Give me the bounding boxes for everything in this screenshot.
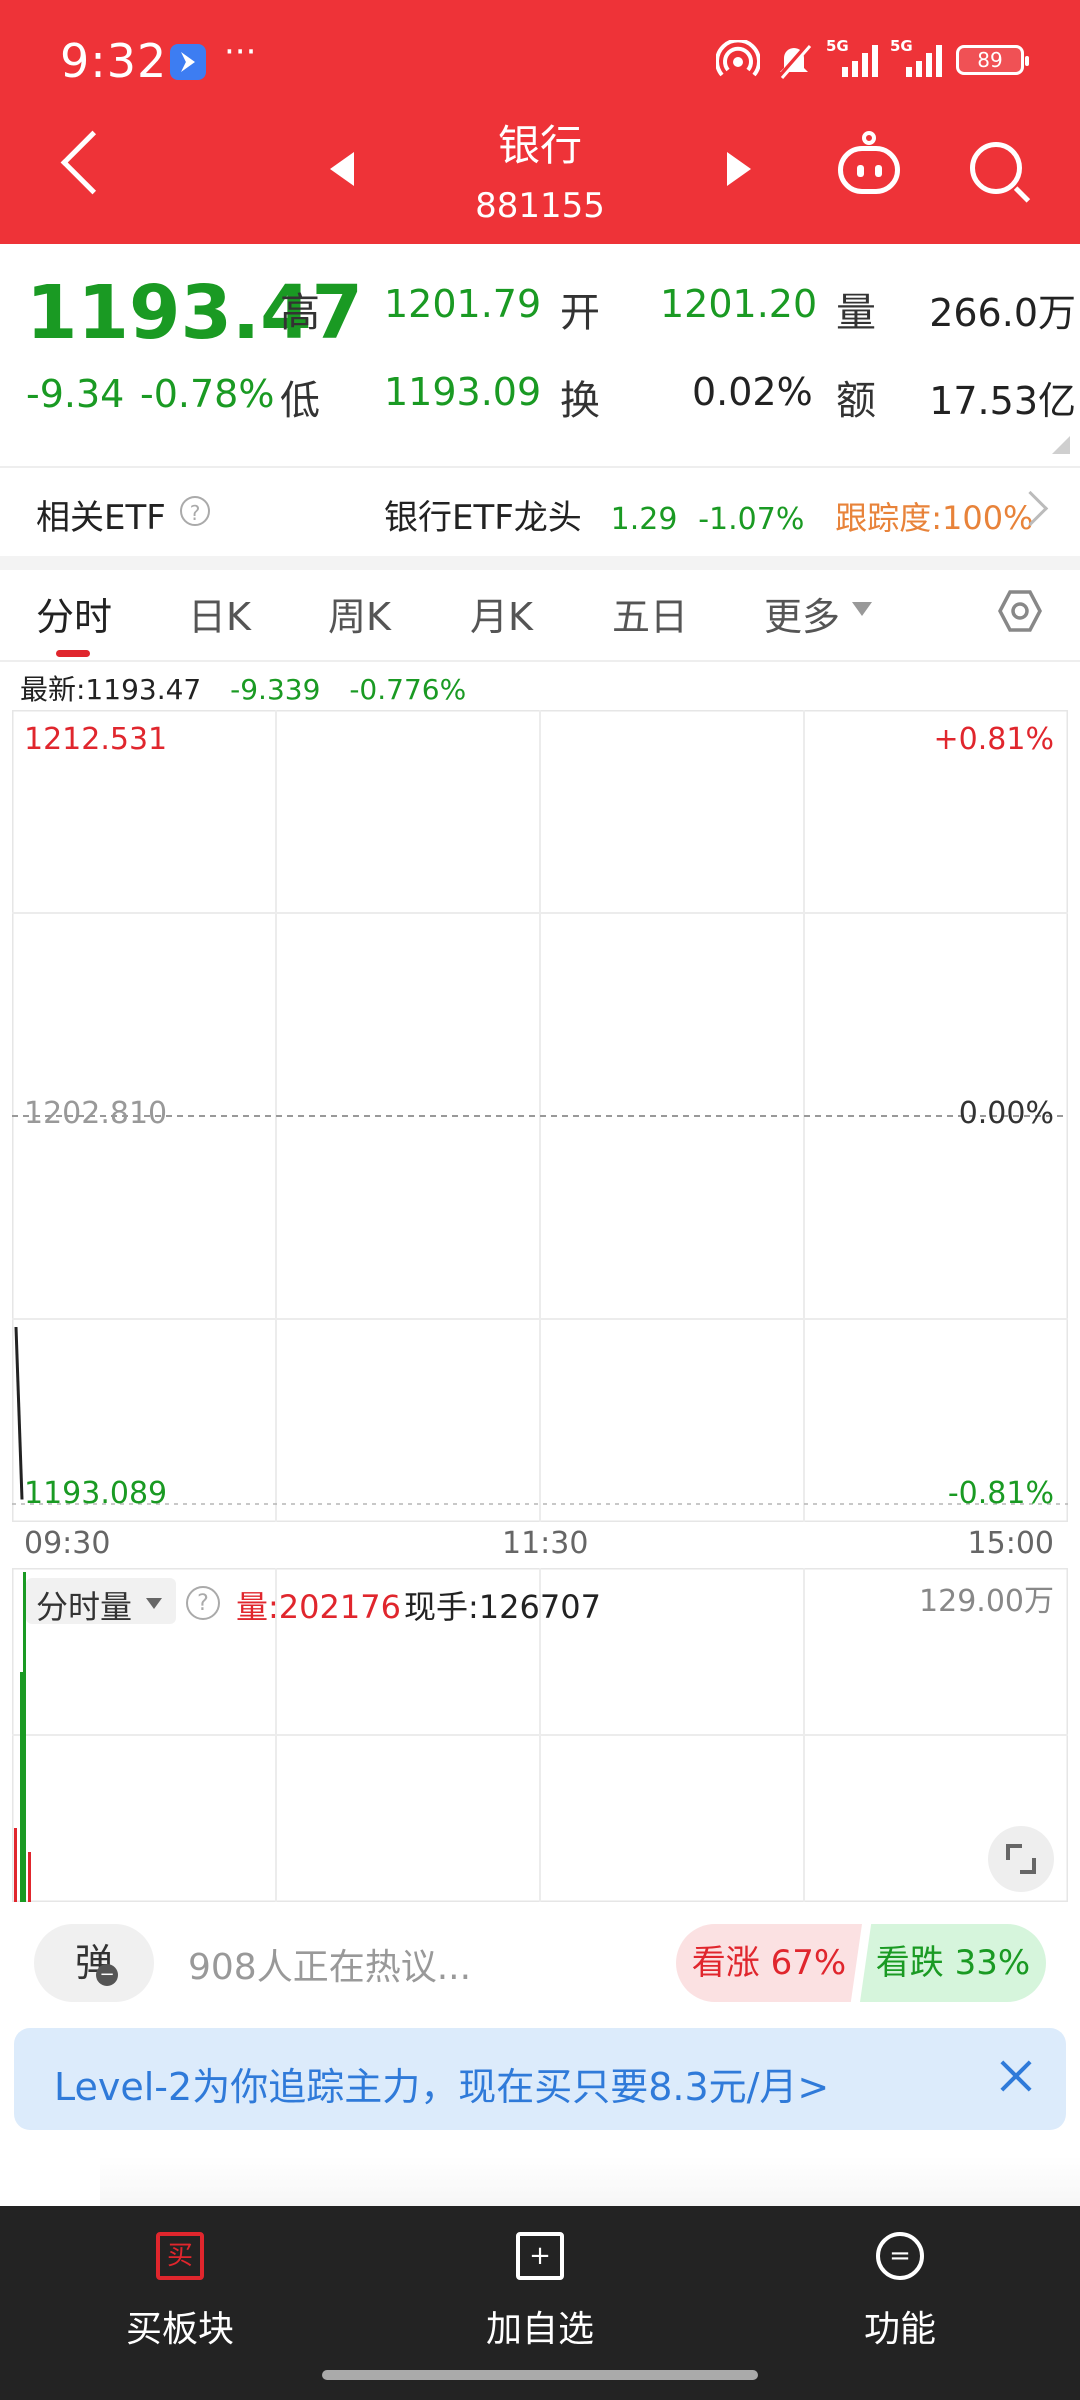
divider xyxy=(0,466,1080,468)
y-axis-min: 1193.089 xyxy=(24,1476,168,1511)
add-icon: + xyxy=(516,2232,564,2280)
vote-bearish-button[interactable]: 看跌 33% xyxy=(860,1924,1046,2002)
volume-bar xyxy=(23,1572,26,1902)
next-sector-icon[interactable] xyxy=(727,152,751,186)
volume-type-label: 分时量 xyxy=(36,1588,133,1626)
x-axis-label-midday: 11:30 xyxy=(502,1526,589,1561)
pct-axis-max: +0.81% xyxy=(933,722,1054,757)
danmu-toggle-button[interactable]: 弹 xyxy=(34,1924,154,2002)
tab-more[interactable]: 更多 xyxy=(764,586,840,641)
app-notification-icon xyxy=(170,44,206,80)
nav-label: 买板块 xyxy=(125,2309,234,2350)
pct-axis-mid: 0.00% xyxy=(958,1096,1054,1131)
content-peek xyxy=(100,2156,1080,2206)
expand-quote-icon[interactable] xyxy=(1052,436,1070,454)
low-label: 低 xyxy=(280,378,320,424)
volume-bar xyxy=(28,1852,31,1902)
turnover-label: 换 xyxy=(560,378,600,424)
open-value: 1201.20 xyxy=(660,282,818,326)
y-axis-max: 1212.531 xyxy=(24,722,168,757)
help-icon[interactable]: ? xyxy=(180,496,210,526)
signal-5g-icon: 5G xyxy=(826,37,878,77)
status-icons: 5G 5G 89 xyxy=(716,37,1029,80)
mute-bell-icon xyxy=(778,42,812,79)
etf-row[interactable]: 银行ETF龙头 1.29 -1.07% 跟踪度:100% xyxy=(384,490,1033,539)
price-change: -9.34 xyxy=(26,372,125,416)
nav-label: 功能 xyxy=(863,2309,936,2350)
level2-promo-banner[interactable]: Level-2为你追踪主力，现在买只要8.3元/月> xyxy=(14,2028,1066,2130)
status-time: 9:32 xyxy=(60,34,168,88)
section-gap xyxy=(0,556,1080,570)
volume-max: 129.00万 xyxy=(919,1584,1054,1619)
hotspot-icon xyxy=(716,40,760,77)
nav-functions[interactable]: = 功能 xyxy=(720,2206,1080,2400)
home-indicator[interactable] xyxy=(322,2370,758,2380)
chart-legend: 最新:1193.47 -9.339 -0.776% xyxy=(20,668,466,708)
related-etf-label: 相关ETF xyxy=(36,498,166,538)
etf-name: 银行ETF龙头 xyxy=(384,498,582,538)
header-bar: 9:32 ··· 5G 5G 89 银行 881155 xyxy=(0,0,1080,244)
vote-bullish-button[interactable]: 看涨 67% xyxy=(676,1924,862,2002)
pct-axis-min: -0.81% xyxy=(947,1476,1054,1511)
robot-assistant-icon[interactable] xyxy=(838,131,900,194)
nav-label: 加自选 xyxy=(485,2309,594,2350)
price-change-pct: -0.78% xyxy=(140,372,275,416)
latest-change-pct-legend: -0.776% xyxy=(349,673,467,706)
divider xyxy=(0,660,1080,662)
volume-label: 量 xyxy=(836,290,876,336)
active-tab-indicator xyxy=(56,650,90,657)
high-label: 高 xyxy=(280,290,320,336)
volume-value: 266.0万 xyxy=(929,291,1076,335)
tab-intraday[interactable]: 分时 xyxy=(36,586,112,641)
volume-bar xyxy=(14,1828,17,1902)
volume-qty: 量:202176 xyxy=(236,1588,401,1626)
current-hand: 现手:126707 xyxy=(404,1588,601,1626)
amount-value: 17.53亿 xyxy=(929,379,1076,423)
caret-down-icon xyxy=(146,1598,162,1609)
y-axis-mid: 1202.810 xyxy=(24,1096,168,1131)
close-icon[interactable] xyxy=(996,2056,1036,2096)
etf-change-pct: -1.07% xyxy=(698,502,805,537)
help-icon[interactable]: ? xyxy=(186,1586,220,1620)
x-axis-label-open: 09:30 xyxy=(24,1526,111,1561)
intraday-price-chart[interactable] xyxy=(12,710,1068,1522)
x-axis-label-close: 15:00 xyxy=(967,1526,1054,1561)
signal-5g-icon-2: 5G xyxy=(890,37,942,77)
sector-code: 881155 xyxy=(475,186,605,226)
tab-five-day[interactable]: 五日 xyxy=(612,586,688,641)
buy-icon: 买 xyxy=(156,2232,204,2280)
settings-icon[interactable] xyxy=(997,588,1043,634)
nav-buy-sector[interactable]: 买 买板块 xyxy=(0,2206,360,2400)
high-value: 1201.79 xyxy=(384,282,542,326)
fullscreen-icon[interactable] xyxy=(988,1826,1054,1892)
low-value: 1193.09 xyxy=(384,370,542,414)
discuss-count[interactable]: 908人正在热议... xyxy=(188,1938,471,1990)
volume-bar xyxy=(20,1672,23,1902)
price-series-line xyxy=(14,1326,24,1500)
latest-change-legend: -9.339 xyxy=(230,673,321,706)
status-more-icon: ··· xyxy=(224,32,257,72)
latest-price-legend: 最新:1193.47 xyxy=(20,673,202,706)
open-label: 开 xyxy=(560,290,600,336)
etf-tracking: 跟踪度:100% xyxy=(835,499,1034,537)
search-icon[interactable] xyxy=(970,142,1022,194)
tab-weekly-k[interactable]: 周K xyxy=(328,586,391,641)
amount-label: 额 xyxy=(836,378,876,424)
turnover-value: 0.02% xyxy=(692,370,813,414)
tab-monthly-k[interactable]: 月K xyxy=(470,586,533,641)
menu-circle-icon: = xyxy=(876,2232,924,2280)
banner-text: Level-2为你追踪主力，现在买只要8.3元/月> xyxy=(54,2065,830,2109)
tab-daily-k[interactable]: 日K xyxy=(188,586,251,641)
page-title: 银行 xyxy=(497,121,582,170)
battery-icon: 89 xyxy=(956,45,1029,75)
chevron-down-icon xyxy=(852,602,872,616)
etf-price: 1.29 xyxy=(610,502,678,537)
